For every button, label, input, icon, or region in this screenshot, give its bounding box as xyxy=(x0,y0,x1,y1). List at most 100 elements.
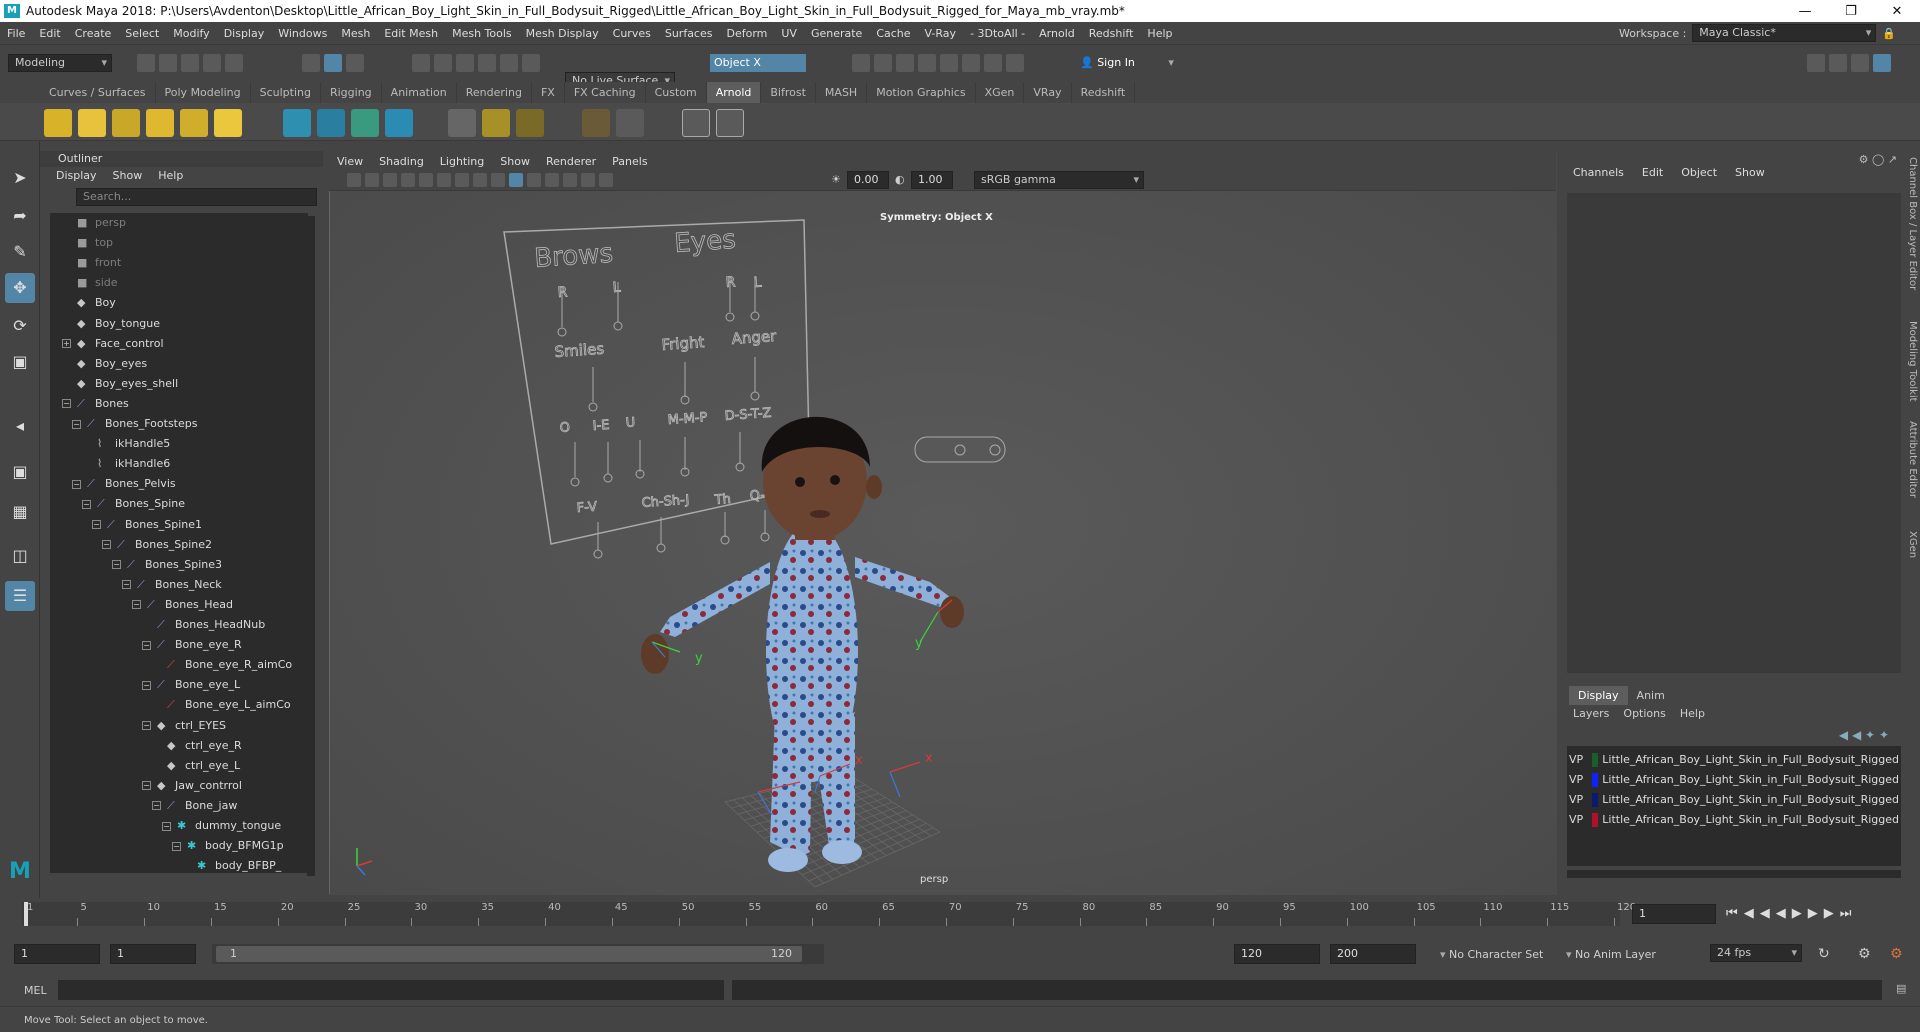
outliner-item[interactable]: ✱ body_BFBP_ xyxy=(182,856,281,873)
layer-visibility-toggle[interactable]: V xyxy=(1569,790,1577,810)
outliner-item[interactable]: − ⟋ Bones xyxy=(62,394,129,414)
expand-toggle-icon[interactable]: − xyxy=(122,580,131,590)
select-component-icon[interactable] xyxy=(346,54,364,72)
layer-playback-toggle[interactable]: P xyxy=(1577,790,1584,810)
fps-dropdown[interactable]: 24 fps xyxy=(1710,944,1802,962)
expand-toggle-icon[interactable]: − xyxy=(142,781,151,791)
side-tab-modeling-toolkit[interactable]: Modeling Toolkit xyxy=(1907,321,1918,402)
viewport-menu-panels[interactable]: Panels xyxy=(604,155,655,168)
menu-modify[interactable]: Modify xyxy=(166,27,216,40)
sign-in-button[interactable]: 👤 Sign In ▾ xyxy=(1080,54,1200,72)
help-icon[interactable]: ◯ xyxy=(1872,153,1884,166)
move-layer-down-icon[interactable]: ◀ xyxy=(1852,728,1861,742)
current-time-indicator[interactable] xyxy=(24,902,28,926)
standin-icon[interactable] xyxy=(283,109,311,137)
bookmark-icon[interactable] xyxy=(383,173,397,187)
hypershade-icon[interactable] xyxy=(940,54,958,72)
snap-curve-icon[interactable] xyxy=(434,54,452,72)
smooth-shade-icon[interactable] xyxy=(509,173,523,187)
playback-start-field[interactable]: 1 xyxy=(110,944,196,964)
viewport-persp[interactable]: Brows Eyes R L R L Smiles Fright Anger O I-E U M-M-P… xyxy=(329,151,1557,895)
snap-surface-icon[interactable] xyxy=(500,54,518,72)
menu-edit[interactable]: Edit xyxy=(32,27,67,40)
menu-mesh-tools[interactable]: Mesh Tools xyxy=(445,27,519,40)
outliner-item[interactable]: − ⟋ Bones_Neck xyxy=(122,575,222,595)
viewport-menu-view[interactable]: View xyxy=(329,155,371,168)
end-time-field[interactable]: 200 xyxy=(1330,944,1416,964)
layer-visibility-toggle[interactable]: V xyxy=(1569,810,1577,830)
character-set-dropdown[interactable]: ▾ No Character Set xyxy=(1440,948,1543,961)
menu-v-ray[interactable]: V-Ray xyxy=(918,27,964,40)
tx-manager-icon[interactable] xyxy=(582,109,610,137)
pin-icon[interactable]: ⚙ xyxy=(1859,153,1869,166)
layer-tab-display[interactable]: Display xyxy=(1569,686,1628,705)
physical-sky-icon[interactable] xyxy=(214,109,242,137)
new-layer-selected-icon[interactable]: ✦ xyxy=(1879,728,1889,742)
expand-toggle-icon[interactable]: − xyxy=(132,600,141,610)
snap-live-icon[interactable] xyxy=(522,54,540,72)
snap-grid-icon[interactable] xyxy=(412,54,430,72)
shelf-tab-custom[interactable]: Custom xyxy=(646,82,707,103)
outliner-item[interactable]: ■ top xyxy=(62,233,113,253)
lasso-tool-icon[interactable]: ➦ xyxy=(5,201,35,231)
arnold-render-icon[interactable] xyxy=(962,54,980,72)
menu-deform[interactable]: Deform xyxy=(719,27,774,40)
expand-icon[interactable]: ↗ xyxy=(1888,153,1897,166)
gamma-field[interactable]: 1.00 xyxy=(911,171,953,189)
four-view-icon[interactable]: ▦ xyxy=(5,497,35,527)
layer-playback-toggle[interactable]: P xyxy=(1577,810,1584,830)
outliner-item[interactable]: ◆ Boy xyxy=(62,293,116,313)
outliner-item[interactable]: − ◆ ctrl_EYES xyxy=(142,716,226,736)
start-time-field[interactable]: 1 xyxy=(14,944,100,964)
shelf-tab-animation[interactable]: Animation xyxy=(382,82,457,103)
shelf-tab-poly-modeling[interactable]: Poly Modeling xyxy=(156,82,251,103)
menu-curves[interactable]: Curves xyxy=(606,27,658,40)
menu-select[interactable]: Select xyxy=(118,27,166,40)
layer-color-swatch[interactable] xyxy=(1591,813,1599,827)
menu-mesh[interactable]: Mesh xyxy=(334,27,377,40)
expand-toggle-icon[interactable]: − xyxy=(102,540,111,550)
flush-cache-icon[interactable] xyxy=(448,109,476,137)
shelf-tab-fx[interactable]: FX xyxy=(532,82,565,103)
outliner-item[interactable]: − ⟋ Bones_Head xyxy=(132,595,233,615)
layer-tab-anim[interactable]: Anim xyxy=(1628,686,1674,705)
menu-redshift[interactable]: Redshift xyxy=(1082,27,1141,40)
volume-icon[interactable] xyxy=(351,109,379,137)
layer-color-swatch[interactable] xyxy=(1591,793,1599,807)
expand-toggle-icon[interactable]: − xyxy=(142,721,151,730)
menu-set-dropdown[interactable]: Modeling xyxy=(8,54,112,72)
shelf-tab-vray[interactable]: VRay xyxy=(1024,82,1072,103)
channel-box-area[interactable] xyxy=(1567,193,1901,673)
step-forward-key-icon[interactable]: ▶ xyxy=(1808,906,1824,921)
play-back-icon[interactable]: ◀ xyxy=(1776,906,1792,921)
go-to-start-icon[interactable]: ⏮ xyxy=(1726,906,1744,921)
toggle-modeling-toolkit-icon[interactable] xyxy=(1807,54,1825,72)
close-icon[interactable]: ✕ xyxy=(1874,4,1920,19)
single-view-icon[interactable]: ▣ xyxy=(5,457,35,487)
shelf-tab-arnold[interactable]: Arnold xyxy=(706,82,762,103)
camera-select-icon[interactable] xyxy=(347,173,361,187)
expand-toggle-icon[interactable]: − xyxy=(112,560,121,570)
layer-row[interactable]: V P Little_African_Boy_Light_Skin_in_Full_… xyxy=(1569,810,1899,830)
outliner-item[interactable]: ◆ ctrl_eye_L xyxy=(152,756,240,776)
new-scene-icon[interactable] xyxy=(137,54,155,72)
select-object-icon[interactable] xyxy=(324,54,342,72)
redo-icon[interactable] xyxy=(225,54,243,72)
anim-layer-dropdown[interactable]: ▾ No Anim Layer xyxy=(1566,948,1656,961)
auto-key-icon[interactable]: ⚙ xyxy=(1858,946,1871,962)
shelf-tab-rendering[interactable]: Rendering xyxy=(457,82,532,103)
safe-action-icon[interactable] xyxy=(473,173,487,187)
side-tab-xgen[interactable]: XGen xyxy=(1907,531,1918,558)
save-scene-icon[interactable] xyxy=(181,54,199,72)
step-back-key-icon[interactable]: ◀ xyxy=(1760,906,1776,921)
lighting-icon[interactable] xyxy=(545,173,559,187)
image-plane-icon[interactable] xyxy=(401,173,415,187)
shelf-tab-curves-surfaces[interactable]: Curves / Surfaces xyxy=(40,82,156,103)
side-tab-channel-box-layer-editor[interactable]: Channel Box / Layer Editor xyxy=(1907,157,1918,290)
mel-label[interactable]: MEL xyxy=(24,984,47,997)
outliner-item[interactable]: ◆ Boy_tongue xyxy=(62,314,160,334)
go-to-end-icon[interactable]: ⏭ xyxy=(1840,906,1858,921)
exposure-icon[interactable]: ☀ xyxy=(831,173,841,186)
xray-icon[interactable] xyxy=(581,173,595,187)
shelf-tab-motion-graphics[interactable]: Motion Graphics xyxy=(867,82,976,103)
